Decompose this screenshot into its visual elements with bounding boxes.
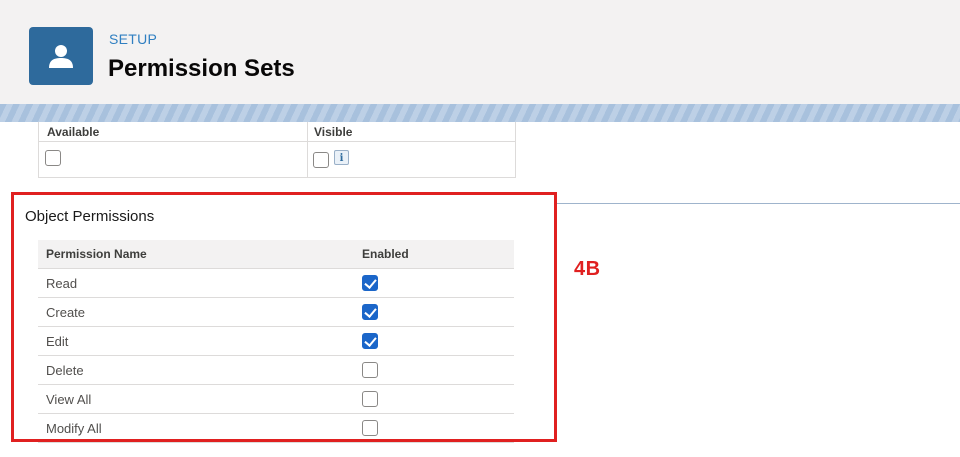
setup-breadcrumb[interactable]: SETUP xyxy=(109,31,157,47)
visible-checkbox[interactable] xyxy=(313,152,329,168)
user-icon xyxy=(29,27,93,85)
info-icon[interactable]: i xyxy=(334,150,349,165)
section-divider xyxy=(555,203,960,204)
column-divider xyxy=(307,122,308,177)
header-banner xyxy=(0,104,960,122)
permission-sets-page: SETUP Permission Sets Available Visible … xyxy=(0,0,960,457)
page-title: Permission Sets xyxy=(108,55,295,82)
row-divider xyxy=(39,141,515,142)
field-access-table: Available Visible xyxy=(38,122,516,178)
available-checkbox[interactable] xyxy=(45,150,61,166)
column-header-available: Available xyxy=(47,125,100,139)
column-header-visible: Visible xyxy=(314,125,353,139)
highlight-annotation-box xyxy=(11,192,557,442)
page-header: SETUP Permission Sets xyxy=(0,0,960,105)
callout-label: 4B xyxy=(574,258,601,280)
